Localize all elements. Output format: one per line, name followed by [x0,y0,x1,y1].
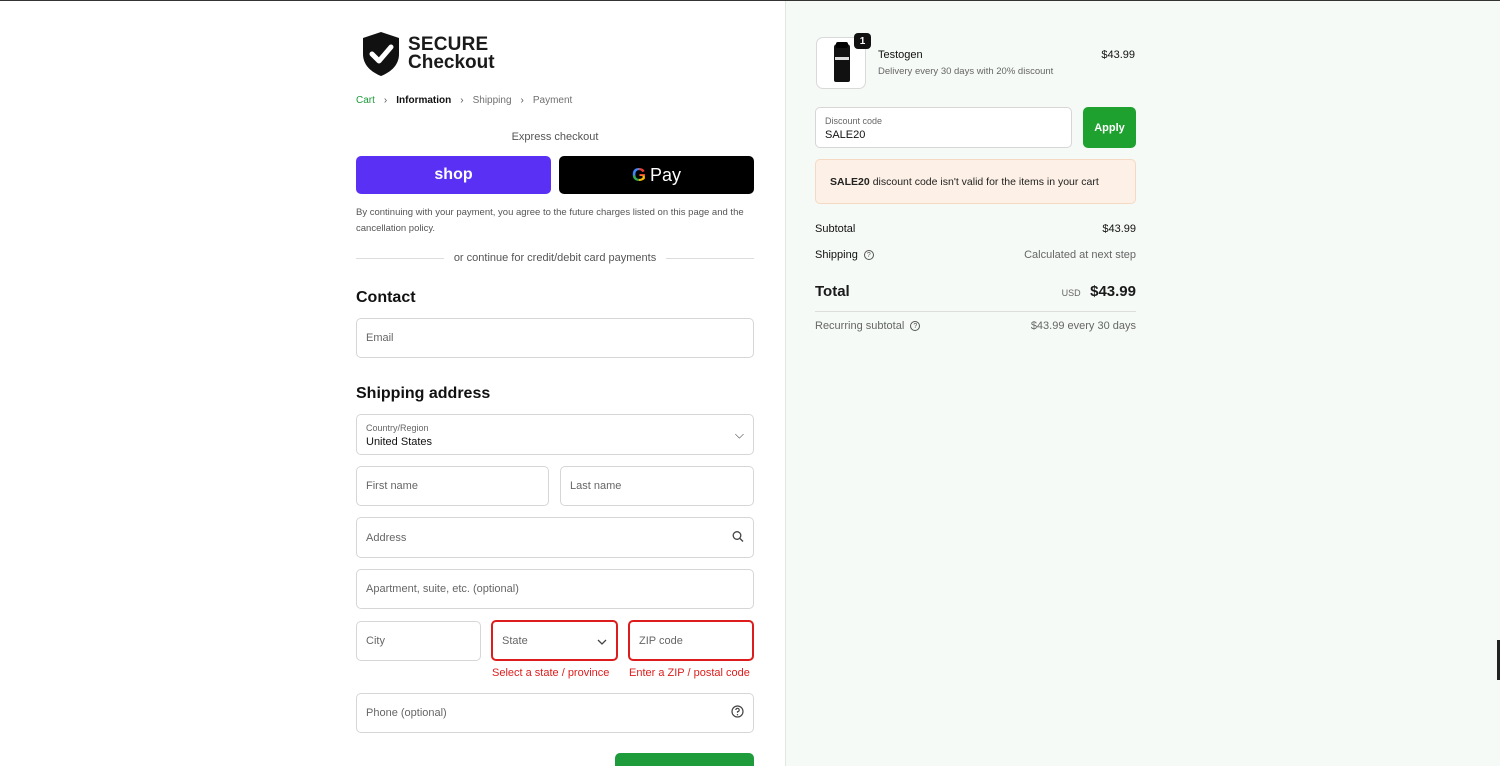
help-circle-icon[interactable]: ? [910,321,921,331]
logo-line2: Checkout [408,52,495,73]
google-pay-button[interactable]: G Pay [559,156,754,194]
discount-code-value: SALE20 [825,129,866,141]
apply-discount-button[interactable]: Apply [1083,107,1136,148]
product-price: $43.99 [1101,49,1135,61]
quantity-badge: 1 [854,33,871,49]
country-select[interactable]: Country/Region United States ⌵ [356,414,754,455]
continue-to-shipping-button[interactable] [615,753,754,766]
breadcrumb-shipping: Shipping [472,95,512,106]
breadcrumb-cart[interactable]: Cart [356,95,375,106]
total-value: USD $43.99 [935,283,1136,301]
shipping-value: Calculated at next step [1024,249,1136,261]
recurring-subtotal-value: $43.99 every 30 days [1030,320,1136,332]
state-select[interactable]: State [491,620,618,661]
phone-field[interactable]: Phone (optional) [356,693,754,733]
email-placeholder: Email [366,332,394,344]
alert-code: SALE20 [830,175,870,188]
first-name-field[interactable]: First name [356,466,549,506]
apartment-field[interactable]: Apartment, suite, etc. (optional) [356,569,754,609]
secure-checkout-logo[interactable]: SECURE Checkout [360,30,495,78]
product-name: Testogen [878,49,923,61]
last-name-placeholder: Last name [570,480,622,492]
search-icon [732,530,744,545]
contact-heading: Contact [356,289,416,306]
shipping-address-heading: Shipping address [356,385,491,402]
country-label: Country/Region [366,423,429,433]
chevron-down-icon: ⌵ [734,427,744,441]
discount-code-field[interactable]: Discount code SALE20 [815,107,1072,148]
help-circle-icon[interactable] [731,705,744,721]
chevron-down-icon [597,634,607,648]
express-checkout-title: Express checkout [511,131,599,143]
shop-pay-button[interactable]: shop [356,156,551,194]
shop-pay-label: shop [434,166,473,183]
help-circle-icon[interactable]: ? [863,250,874,260]
phone-placeholder: Phone (optional) [366,707,447,719]
city-field[interactable]: City [356,621,481,661]
chevron-right-icon: › [383,95,388,106]
breadcrumb: Cart › Information › Shipping › Payment [356,95,572,106]
breadcrumb-payment: Payment [532,95,573,106]
google-g-icon: G [631,164,646,185]
total-amount: $43.99 [1090,283,1136,300]
address-placeholder: Address [366,531,407,544]
payment-terms-text: By continuing with your payment, you agr… [356,207,744,234]
total-currency: USD [1061,288,1081,298]
zip-code-field[interactable]: ZIP code [628,620,754,661]
summary-divider [815,311,1136,312]
shipping-label-text: Shipping [815,249,858,261]
shipping-row-label: Shipping ? [815,249,874,261]
breadcrumb-information: Information [396,95,452,106]
state-placeholder: State [502,634,528,647]
zip-placeholder: ZIP code [639,634,683,647]
country-value: United States [366,436,433,448]
chevron-right-icon: › [460,95,464,106]
last-name-field[interactable]: Last name [560,466,754,506]
divider-line [666,257,755,259]
total-label: Total [815,283,850,300]
alert-text: discount code isn't valid for the items … [872,175,1099,188]
discount-error-alert: SALE20 discount code isn't valid for the… [815,159,1136,204]
zip-error-message: Enter a ZIP / postal code [629,667,750,679]
discount-code-label: Discount code [825,116,883,126]
product-bottle-image [834,42,850,82]
shield-check-icon [363,32,399,76]
product-subscription-info: Delivery every 30 days with 20% discount [878,66,1054,77]
divider-text: or continue for credit/debit card paymen… [453,252,657,264]
apartment-placeholder: Apartment, suite, etc. (optional) [366,583,519,595]
payment-divider: or continue for credit/debit card paymen… [356,251,755,265]
address-field[interactable]: Address [356,517,754,558]
recurring-label-text: Recurring subtotal [815,320,905,332]
subtotal-label: Subtotal [815,223,855,235]
state-error-message: Select a state / province [492,667,610,679]
subtotal-value: $43.99 [1102,223,1136,235]
google-pay-label: Pay [649,164,682,185]
recurring-subtotal-label: Recurring subtotal ? [815,320,921,332]
email-field[interactable]: Email [356,318,754,358]
divider-line [356,257,444,259]
chevron-right-icon: › [520,95,524,106]
first-name-placeholder: First name [366,480,418,492]
city-placeholder: City [366,635,385,647]
subtotal-label-text: Subtotal [815,223,856,235]
